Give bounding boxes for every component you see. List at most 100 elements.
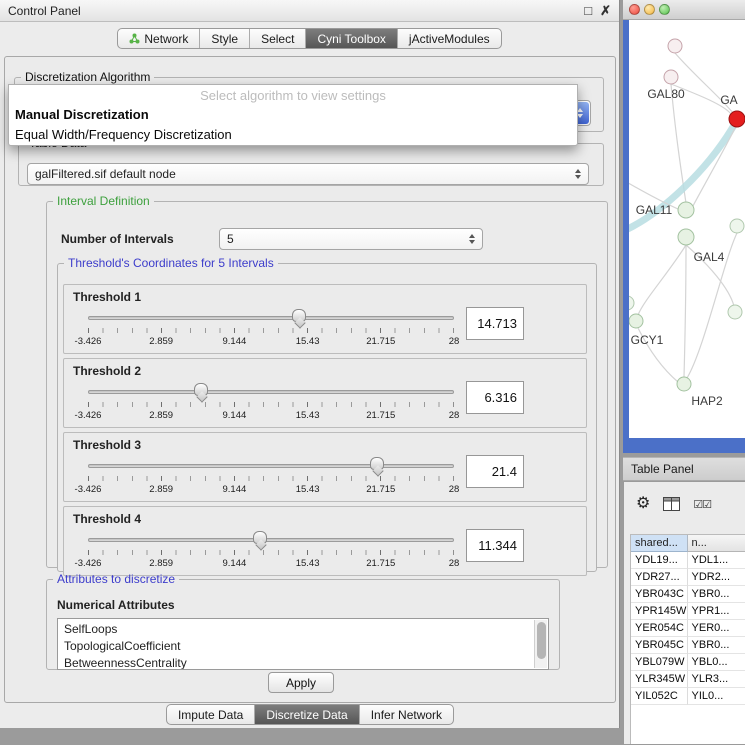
slider-tick-label: 21.715	[366, 484, 395, 495]
slider-track[interactable]	[88, 538, 454, 542]
slider-thumb[interactable]	[370, 457, 384, 470]
slider-track[interactable]	[88, 390, 454, 394]
threshold-1-slider[interactable]: -3.4262.8599.14415.4321.71528	[88, 306, 454, 352]
table-cell[interactable]: YBR0...	[688, 586, 745, 603]
tab-network[interactable]: Network	[118, 29, 200, 48]
threshold-panel-1: Threshold 1 -3.4262.8599.14415.4321.7152…	[63, 284, 587, 354]
tab-impute-data[interactable]: Impute Data	[167, 705, 255, 724]
gear-icon[interactable]: ⚙	[636, 496, 650, 512]
table-cell[interactable]: YER0...	[688, 620, 745, 637]
list-item[interactable]: TopologicalCoefficient	[64, 638, 532, 655]
table-cell[interactable]: YLR345W	[631, 671, 688, 688]
slider-ticks	[88, 550, 454, 555]
dropdown-option-equal-width-frequency[interactable]: Equal Width/Frequency Discretization	[9, 125, 577, 145]
table-cell[interactable]: YDR27...	[631, 569, 688, 586]
list-scrollbar[interactable]	[534, 620, 547, 668]
threshold-label: Threshold 1	[73, 290, 141, 304]
table-cell[interactable]: YDL1...	[688, 552, 745, 569]
network-node[interactable]	[677, 377, 691, 391]
table-cell[interactable]: YIL0...	[688, 688, 745, 705]
slider-thumb[interactable]	[194, 383, 208, 396]
table-cell[interactable]: YBL079W	[631, 654, 688, 671]
network-node[interactable]	[678, 229, 694, 245]
network-node[interactable]	[728, 305, 742, 319]
threshold-4-slider[interactable]: -3.4262.8599.14415.4321.71528	[88, 528, 454, 574]
slider-track[interactable]	[88, 464, 454, 468]
threshold-2-value-input[interactable]: 6.316	[466, 381, 524, 414]
network-node[interactable]	[678, 202, 694, 218]
tab-cyni-toolbox[interactable]: Cyni Toolbox	[306, 29, 397, 48]
table-cell[interactable]: YBR043C	[631, 586, 688, 603]
table-cell[interactable]: YPR1...	[688, 603, 745, 620]
table-data-combobox-value: galFiltered.sif default node	[35, 167, 176, 181]
table-row[interactable]: YLR345WYLR3...	[631, 671, 745, 688]
network-node[interactable]	[629, 296, 634, 310]
tab-discretize-data[interactable]: Discretize Data	[255, 705, 359, 724]
column-header-shared-name[interactable]: shared...	[631, 535, 688, 552]
network-view-frame: GAL80GAGAL11GAL4GCY1HAP2	[623, 20, 745, 453]
tab-select[interactable]: Select	[250, 29, 306, 48]
table-row[interactable]: YIL052CYIL0...	[631, 688, 745, 705]
table-row[interactable]: YDR27...YDR2...	[631, 569, 745, 586]
close-traffic-light-icon[interactable]	[629, 4, 640, 15]
table-row[interactable]: YDL19...YDL1...	[631, 552, 745, 569]
network-canvas[interactable]: GAL80GAGAL11GAL4GCY1HAP2	[629, 20, 745, 438]
slider-tick-label: 21.715	[366, 336, 395, 347]
table-cell[interactable]: YDL19...	[631, 552, 688, 569]
dropdown-option-manual-discretization[interactable]: Manual Discretization	[9, 105, 577, 125]
slider-tick-labels: -3.4262.8599.14415.4321.71528	[88, 336, 454, 348]
minimize-traffic-light-icon[interactable]	[644, 4, 655, 15]
table-cell[interactable]: YBR045C	[631, 637, 688, 654]
tab-label: Discretize Data	[266, 708, 347, 722]
tab-jactivemodules[interactable]: jActiveModules	[398, 29, 501, 48]
threshold-1-value-input[interactable]: 14.713	[466, 307, 524, 340]
scrollbar-thumb[interactable]	[537, 622, 546, 659]
threshold-4-value-input[interactable]: 11.344	[466, 529, 524, 562]
select-columns-icon[interactable]: ☑☑	[693, 498, 711, 511]
float-window-icon[interactable]: □	[584, 3, 592, 19]
table-cell[interactable]: YIL052C	[631, 688, 688, 705]
algorithm-dropdown-popup: Select algorithm to view settings Manual…	[8, 84, 578, 146]
table-cell[interactable]: YPR145W	[631, 603, 688, 620]
table-cell[interactable]: YER054C	[631, 620, 688, 637]
tab-style[interactable]: Style	[200, 29, 250, 48]
list-item[interactable]: BetweennessCentrality	[64, 655, 532, 670]
table-cell[interactable]: YDR2...	[688, 569, 745, 586]
network-node[interactable]	[730, 219, 744, 233]
threshold-2-slider[interactable]: -3.4262.8599.14415.4321.71528	[88, 380, 454, 426]
threshold-3-value-input[interactable]: 21.4	[466, 455, 524, 488]
network-node-label: GAL4	[694, 250, 725, 264]
column-layout-icon[interactable]	[663, 497, 680, 511]
slider-thumb[interactable]	[292, 309, 306, 322]
slider-thumb[interactable]	[253, 531, 267, 544]
slider-tick-label: 28	[449, 558, 460, 569]
table-cell[interactable]: YBL0...	[688, 654, 745, 671]
slider-tick-labels: -3.4262.8599.14415.4321.71528	[88, 558, 454, 570]
tab-infer-network[interactable]: Infer Network	[360, 705, 453, 724]
zoom-traffic-light-icon[interactable]	[659, 4, 670, 15]
network-node[interactable]	[664, 70, 678, 84]
table-row[interactable]: YPR145WYPR1...	[631, 603, 745, 620]
table-row[interactable]: YER054CYER0...	[631, 620, 745, 637]
numerical-attributes-list[interactable]: SelfLoops TopologicalCoefficient Between…	[57, 618, 549, 670]
table-row[interactable]: YBR043CYBR0...	[631, 586, 745, 603]
network-node[interactable]	[668, 39, 682, 53]
table-cell[interactable]: YBR0...	[688, 637, 745, 654]
table-cell[interactable]: YLR3...	[688, 671, 745, 688]
close-window-icon[interactable]: ✗	[600, 3, 611, 19]
number-of-intervals-combobox[interactable]: 5	[219, 228, 483, 250]
table-data-combobox[interactable]: galFiltered.sif default node	[27, 163, 589, 185]
table-panel-window: ⚙ ☑☑ shared... n... YDL19...YDL1... YDR2…	[623, 481, 745, 745]
slider-tick-label: -3.426	[75, 336, 102, 347]
network-node[interactable]	[629, 314, 643, 328]
slider-tick-label: 2.859	[149, 410, 173, 421]
apply-button[interactable]: Apply	[268, 672, 334, 693]
table-row[interactable]: YBL079WYBL0...	[631, 654, 745, 671]
column-header-name[interactable]: n...	[688, 535, 745, 552]
list-item[interactable]: SelfLoops	[64, 621, 532, 638]
network-node-highlighted[interactable]	[729, 111, 745, 127]
table-row[interactable]: YBR045CYBR0...	[631, 637, 745, 654]
threshold-3-slider[interactable]: -3.4262.8599.14415.4321.71528	[88, 454, 454, 500]
slider-track[interactable]	[88, 316, 454, 320]
slider-tick-labels: -3.4262.8599.14415.4321.71528	[88, 484, 454, 496]
